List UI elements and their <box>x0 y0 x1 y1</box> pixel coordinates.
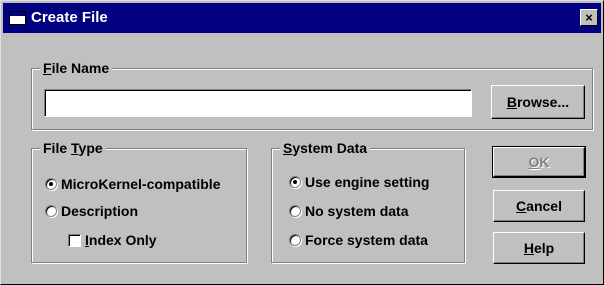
radio-microkernel-compatible[interactable]: MicroKernel-compatible <box>45 176 220 192</box>
close-button[interactable]: × <box>580 9 598 26</box>
title-bar[interactable]: Create File × <box>3 3 601 33</box>
radio-button <box>289 205 301 217</box>
help-button[interactable]: Help <box>493 232 585 264</box>
cancel-button[interactable]: Cancel <box>493 190 585 222</box>
radio-label: Description <box>61 203 139 219</box>
radio-force-system-data[interactable]: Force system data <box>289 232 428 248</box>
close-icon: × <box>585 10 593 25</box>
radio-button-checked <box>45 178 57 190</box>
radio-no-system-data[interactable]: No system data <box>289 203 408 219</box>
index-only-checkbox[interactable]: Index Only <box>68 232 157 248</box>
radio-button <box>45 205 57 217</box>
dialog-title: Create File <box>31 9 108 26</box>
radio-button <box>289 234 301 246</box>
system-data-group-label: System Data <box>280 140 371 156</box>
radio-button-checked <box>289 176 301 188</box>
ok-button[interactable]: OK <box>492 146 586 178</box>
browse-button[interactable]: Browse... <box>491 85 585 119</box>
radio-label: No system data <box>305 203 409 219</box>
checkbox-square <box>68 233 81 247</box>
checkbox-label: Index Only <box>85 232 157 248</box>
radio-label: MicroKernel-compatible <box>61 176 221 192</box>
radio-description[interactable]: Description <box>45 203 138 219</box>
radio-label: Force system data <box>305 232 428 248</box>
window-icon <box>9 11 26 25</box>
radio-use-engine-setting[interactable]: Use engine setting <box>289 174 429 190</box>
radio-label: Use engine setting <box>305 174 430 190</box>
file-type-group-label: File Type <box>40 140 106 156</box>
file-name-input[interactable] <box>44 89 472 117</box>
file-name-group-label: File Name <box>40 60 113 76</box>
create-file-dialog: Create File × File Name Browse... File T… <box>0 0 604 285</box>
